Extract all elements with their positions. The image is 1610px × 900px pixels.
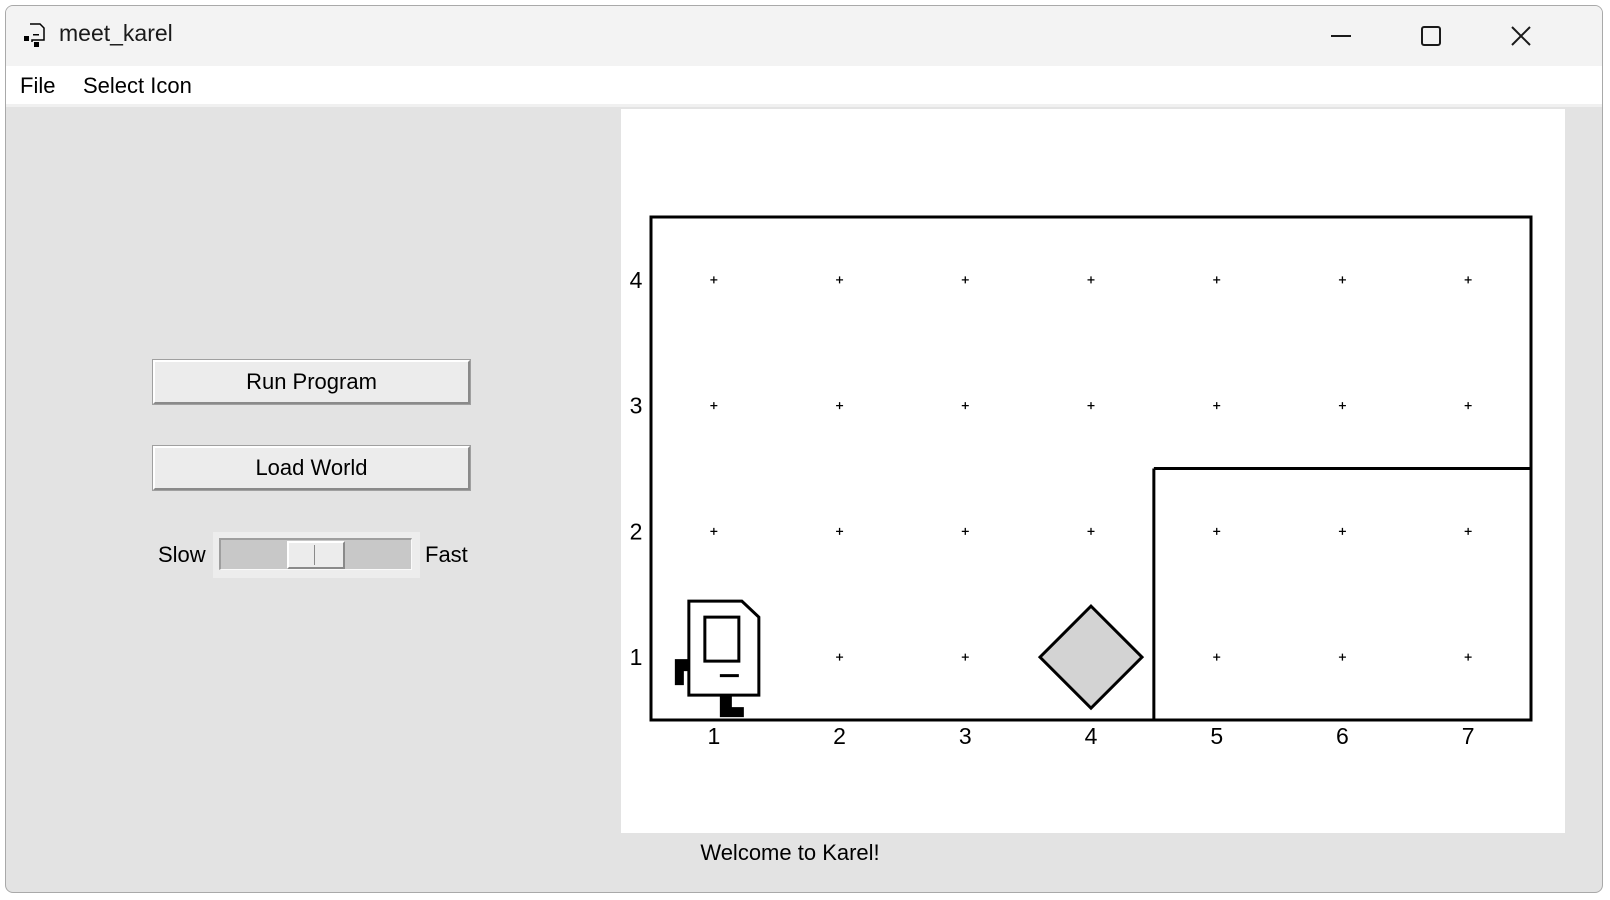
corner-marker — [1087, 527, 1095, 535]
world-canvas: 1 2 3 4 5 6 7 1 2 3 4 — [621, 109, 1565, 833]
y-axis-label: 4 — [630, 267, 643, 293]
karel-mouth — [719, 674, 739, 678]
menu-file[interactable]: File — [20, 73, 55, 99]
corner-marker — [1338, 527, 1346, 535]
slider-thumb[interactable] — [287, 541, 345, 569]
x-axis-label: 1 — [707, 723, 720, 749]
window-title: meet_karel — [59, 20, 173, 46]
corner-marker — [1464, 402, 1472, 410]
x-axis-label: 4 — [1085, 723, 1098, 749]
corner-marker — [836, 653, 844, 661]
run-program-button[interactable]: Run Program — [152, 359, 471, 405]
corner-marker — [961, 276, 969, 284]
beeper — [1037, 604, 1145, 711]
maximize-button[interactable] — [1386, 6, 1476, 66]
karel-app-icon — [24, 23, 45, 47]
karel-robot — [674, 599, 761, 718]
slider-track[interactable] — [219, 538, 412, 570]
close-icon — [1511, 26, 1531, 46]
close-button[interactable] — [1476, 6, 1566, 66]
menu-bar: File Select Icon — [6, 66, 1602, 104]
corner-marker — [1087, 276, 1095, 284]
karel-arm — [674, 659, 689, 686]
x-axis-label: 3 — [959, 723, 972, 749]
slow-label: Slow — [158, 542, 206, 567]
corner-marker — [836, 402, 844, 410]
maximize-icon — [1421, 26, 1441, 46]
corner-marker — [1338, 276, 1346, 284]
load-world-button[interactable]: Load World — [152, 445, 471, 491]
y-axis-label: 1 — [630, 644, 643, 670]
corner-marker — [1213, 653, 1221, 661]
corner-marker — [1213, 276, 1221, 284]
corner-marker — [710, 276, 718, 284]
x-axis-label: 7 — [1462, 723, 1475, 749]
minimize-icon — [1331, 35, 1351, 37]
karel-screen — [703, 615, 741, 663]
corner-marker — [961, 653, 969, 661]
y-axis-label: 3 — [630, 393, 643, 419]
karel-world: 1 2 3 4 5 6 7 1 2 3 4 — [630, 215, 1533, 749]
corner-marker — [961, 527, 969, 535]
corner-marker — [1213, 402, 1221, 410]
status-message: Welcome to Karel! — [700, 840, 880, 865]
fast-label: Fast — [425, 542, 468, 567]
y-axis-label: 2 — [630, 518, 643, 544]
corner-marker — [836, 527, 844, 535]
corner-marker — [1338, 402, 1346, 410]
minimize-button[interactable] — [1296, 6, 1386, 66]
corner-marker — [1338, 653, 1346, 661]
corner-marker — [710, 402, 718, 410]
x-axis-label: 5 — [1210, 723, 1223, 749]
menu-select-icon[interactable]: Select Icon — [83, 73, 192, 99]
app-window: meet_karel File Select Icon Run Program … — [5, 5, 1603, 893]
corner-marker — [710, 527, 718, 535]
karel-foot — [719, 695, 744, 718]
corner-marker — [961, 402, 969, 410]
x-axis-label: 2 — [833, 723, 846, 749]
title-bar[interactable]: meet_karel — [6, 6, 1602, 66]
speed-slider[interactable] — [213, 532, 420, 578]
corner-marker — [1213, 527, 1221, 535]
corner-marker — [1464, 527, 1472, 535]
corner-marker — [1464, 276, 1472, 284]
menu-divider — [6, 104, 1602, 107]
x-axis-label: 6 — [1336, 723, 1349, 749]
corner-marker — [836, 276, 844, 284]
corner-marker — [1464, 653, 1472, 661]
corner-marker — [1087, 402, 1095, 410]
